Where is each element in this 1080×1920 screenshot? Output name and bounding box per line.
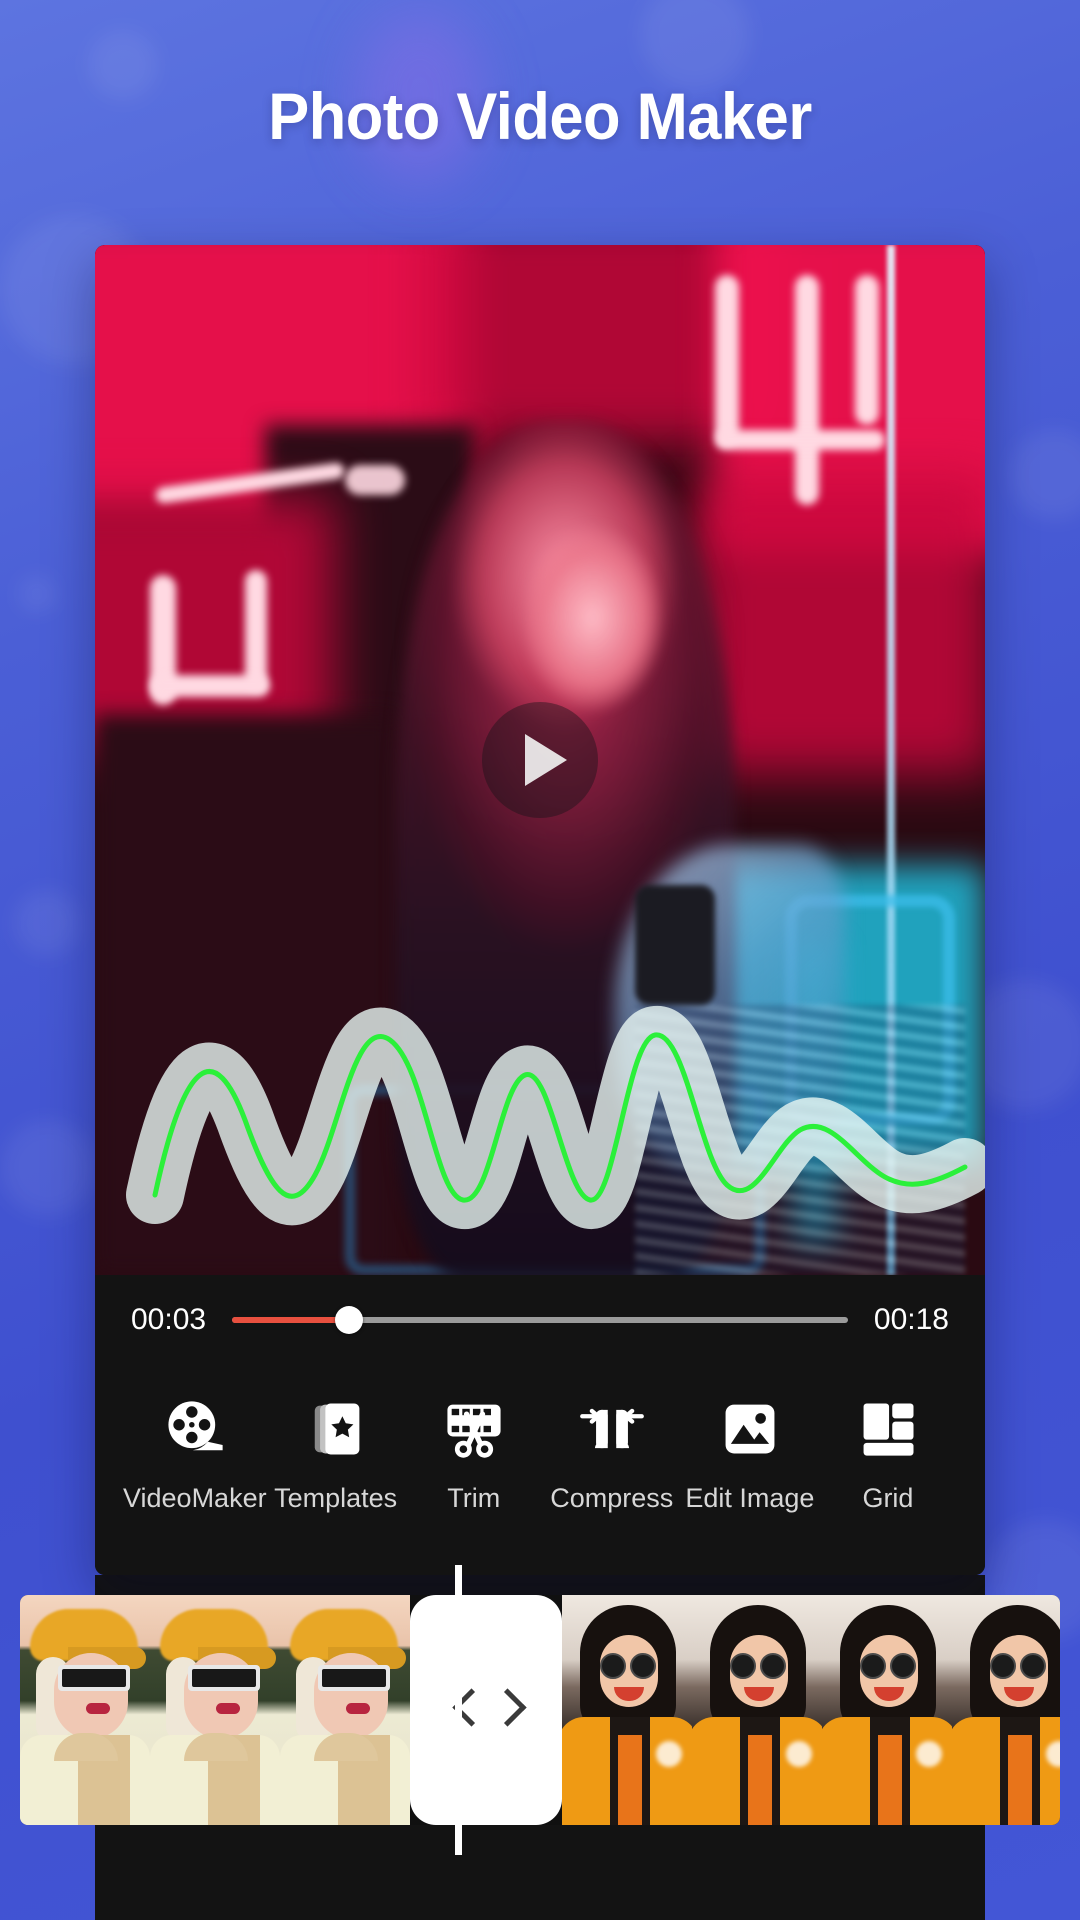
decorative-bubble: [14, 890, 80, 956]
app-screen: 00:03 00:18 VideoMaker Templates Trim Co…: [95, 245, 985, 1575]
subject-face: [510, 515, 675, 730]
film-reel-icon: [159, 1393, 231, 1465]
filmstrip-thumbnail[interactable]: [280, 1595, 410, 1825]
media-filmstrip[interactable]: [20, 1595, 1060, 1825]
filmstrip-thumbnail[interactable]: [952, 1595, 1060, 1825]
image-picture-icon: [714, 1393, 786, 1465]
audio-waveform-overlay: [126, 1006, 985, 1229]
filmstrip-thumbnail[interactable]: [562, 1595, 692, 1825]
tool-label: Edit Image: [685, 1483, 815, 1513]
video-preview[interactable]: [95, 245, 985, 1275]
filmstrip-playhead-divider: [455, 1565, 462, 1855]
filmstrip-nav-left[interactable]: [410, 1595, 562, 1825]
chevron-right-icon[interactable]: [494, 1687, 520, 1733]
tool-grid[interactable]: Grid: [819, 1393, 957, 1514]
tool-label: Templates: [274, 1483, 398, 1513]
tool-row: VideoMaker Templates Trim Compress Edit …: [95, 1365, 985, 1575]
filmstrip-thumbnail[interactable]: [692, 1595, 822, 1825]
decorative-bubble: [0, 1120, 96, 1216]
filmstrip-thumbnail[interactable]: [822, 1595, 952, 1825]
tool-templates[interactable]: Templates: [267, 1393, 405, 1514]
playback-seek-row: 00:03 00:18: [95, 1275, 985, 1365]
tool-videomaker[interactable]: VideoMaker: [123, 1393, 267, 1514]
seek-slider[interactable]: [232, 1300, 848, 1340]
decorative-bubble: [18, 575, 56, 613]
decorative-bubble: [1010, 430, 1080, 520]
seek-progress-fill: [232, 1317, 350, 1323]
tool-label: VideoMaker: [123, 1483, 267, 1513]
grid-collage-icon: [852, 1393, 924, 1465]
play-button[interactable]: [482, 702, 598, 818]
duration-label: 00:18: [873, 1303, 949, 1336]
compress-arrows-icon: [576, 1393, 648, 1465]
play-icon: [525, 734, 567, 786]
filmstrip-thumbnail[interactable]: [20, 1595, 150, 1825]
tool-label: Grid: [862, 1483, 914, 1513]
page-title: Photo Video Maker: [268, 79, 812, 153]
tool-trim[interactable]: Trim: [405, 1393, 543, 1514]
tool-label: Compress: [550, 1483, 674, 1513]
template-cards-star-icon: [300, 1393, 372, 1465]
tool-label: Trim: [447, 1483, 501, 1513]
tool-edit-image[interactable]: Edit Image: [681, 1393, 819, 1514]
decorative-bubble: [640, 0, 750, 90]
seek-thumb[interactable]: [335, 1306, 364, 1334]
filmstrip-thumbnail[interactable]: [150, 1595, 280, 1825]
tool-compress[interactable]: Compress: [543, 1393, 681, 1514]
film-scissors-icon: [438, 1393, 510, 1465]
current-time-label: 00:03: [131, 1303, 207, 1336]
